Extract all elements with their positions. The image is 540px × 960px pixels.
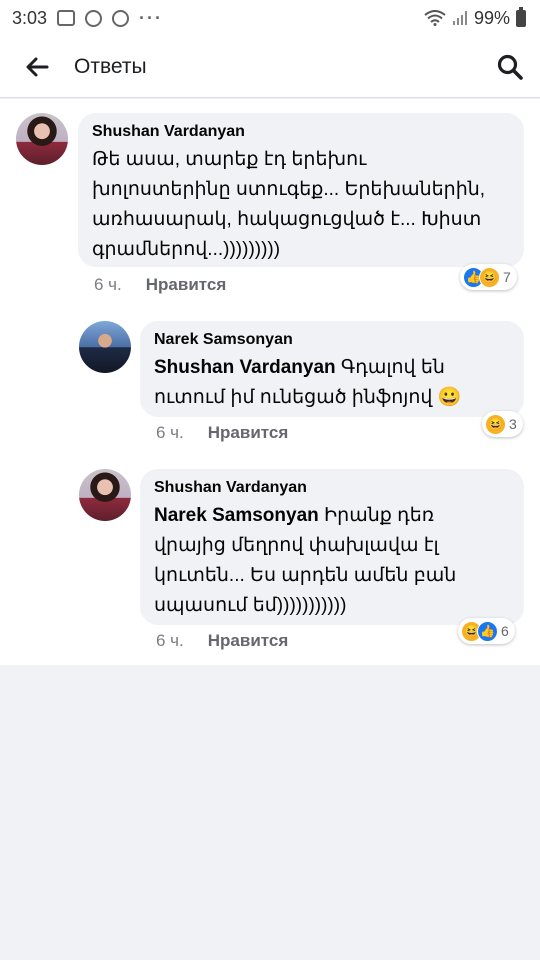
comment-bubble[interactable]: Shushan Vardanyan Թե ասա, տարեք էդ երեխո… bbox=[78, 113, 524, 267]
comment-text: Narek Samsonyan Իրանք դեռ վրայից մեղրով … bbox=[154, 501, 510, 621]
search-button[interactable] bbox=[480, 36, 540, 98]
comment-time[interactable]: 6 ч. bbox=[94, 275, 122, 295]
haha-icon: 😆 bbox=[485, 413, 506, 435]
arrow-left-icon bbox=[26, 57, 49, 76]
comment-author[interactable]: Shushan Vardanyan bbox=[154, 479, 510, 497]
comment-author[interactable]: Shushan Vardanyan bbox=[92, 123, 510, 141]
reaction-summary[interactable]: 👍 😆 7 bbox=[460, 264, 517, 290]
status-time: 3:03 bbox=[12, 7, 48, 28]
comment-mention[interactable]: Shushan Vardanyan bbox=[154, 357, 336, 378]
search-icon bbox=[497, 54, 523, 80]
like-button[interactable]: Нравится bbox=[146, 275, 227, 295]
comment-mention[interactable]: Narek Samsonyan bbox=[154, 505, 319, 526]
comment-time[interactable]: 6 ч. bbox=[156, 423, 184, 443]
comment-text: Shushan Vardanyan Գդալով են ուտում իմ ու… bbox=[154, 353, 510, 413]
comment-time[interactable]: 6 ч. bbox=[156, 631, 184, 651]
signal-icon bbox=[452, 11, 467, 25]
wifi-icon bbox=[424, 10, 446, 26]
avatar[interactable] bbox=[79, 469, 131, 521]
viber-icon bbox=[85, 9, 103, 27]
reaction-count: 7 bbox=[503, 269, 511, 285]
comment-meta: 6 ч. Нравится bbox=[156, 631, 288, 651]
reaction-count: 3 bbox=[509, 416, 517, 432]
replies-list: Shushan Vardanyan Թե ասա, տարեք էդ երեխո… bbox=[0, 99, 540, 665]
gallery-icon bbox=[57, 10, 76, 26]
comment-meta: 6 ч. Нравится bbox=[94, 275, 226, 295]
like-button[interactable]: Нравится bbox=[208, 631, 289, 651]
comment-author[interactable]: Narek Samsonyan bbox=[154, 331, 510, 349]
comment-body: Թե ասա, տարեք էդ երեխու խոլոստերինը ստու… bbox=[92, 149, 486, 260]
reaction-summary[interactable]: 😆 👍 6 bbox=[458, 618, 515, 644]
battery-icon bbox=[516, 6, 526, 27]
comment-bubble[interactable]: Narek Samsonyan Shushan Vardanyan Գդալով… bbox=[140, 321, 524, 417]
avatar[interactable] bbox=[79, 321, 131, 373]
comment-text: Թե ասա, տարեք էդ երեխու խոլոստերինը ստու… bbox=[92, 145, 510, 265]
reaction-summary[interactable]: 😆 3 bbox=[482, 411, 523, 437]
comment-meta: 6 ч. Нравится bbox=[156, 423, 288, 443]
more-notifications-icon: ··· bbox=[139, 7, 164, 28]
haha-icon: 😆 bbox=[479, 266, 500, 288]
back-button[interactable] bbox=[0, 36, 74, 98]
page-title: Ответы bbox=[74, 54, 147, 78]
comment-bubble[interactable]: Shushan Vardanyan Narek Samsonyan Իրանք … bbox=[140, 469, 524, 625]
status-bar: 3:03 ··· 99% bbox=[0, 0, 540, 36]
chrome-icon bbox=[112, 9, 130, 27]
battery-percent: 99% bbox=[473, 7, 510, 28]
app-bar: Ответы bbox=[0, 36, 540, 98]
like-icon: 👍 bbox=[477, 620, 498, 642]
reaction-count: 6 bbox=[501, 623, 509, 639]
like-button[interactable]: Нравится bbox=[208, 423, 289, 443]
avatar[interactable] bbox=[16, 113, 68, 165]
